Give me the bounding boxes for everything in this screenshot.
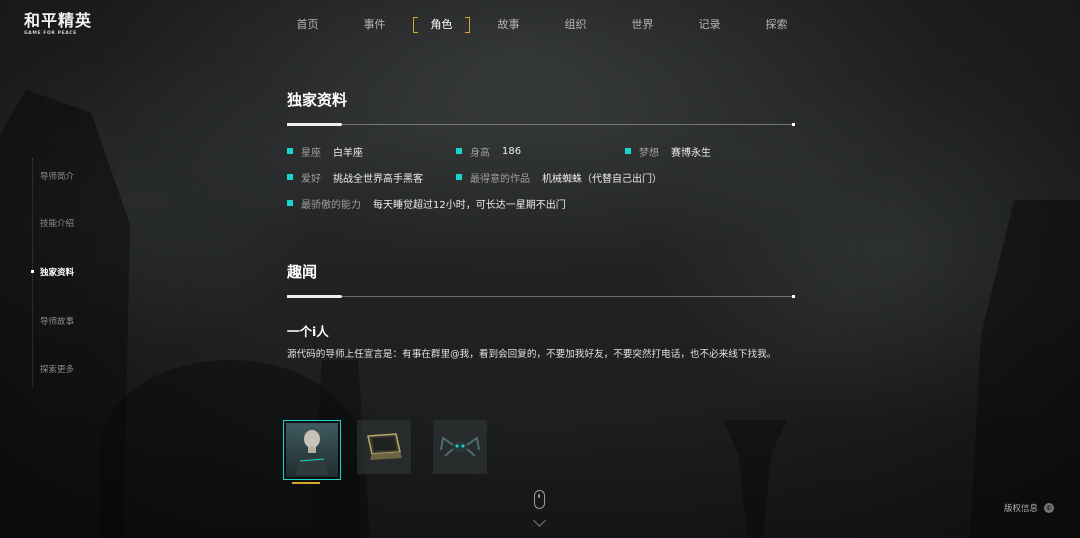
story-title: 一个i人 [287, 324, 329, 339]
copyright-label: 版权信息 [1003, 504, 1038, 514]
bullet-square-icon [287, 174, 293, 180]
attr-zodiac: 星座 白羊座 [287, 144, 456, 159]
attr-hobby: 爱好 挑战全世界高手黑客 [287, 170, 456, 185]
character-portrait-icon [296, 430, 328, 475]
main-content: 独家资料 星座 白羊座 身高 186 梦想 赛博永生 爱好 挑战全世界高手黑客 … [287, 88, 795, 364]
profile-attributes: 星座 白羊座 身高 186 梦想 赛博永生 爱好 挑战全世界高手黑客 最得意的作… [287, 138, 795, 216]
laptop-icon [367, 433, 402, 460]
attr-proudest-work: 最得意的作品 机械蜘蛛（代替自己出门） [456, 170, 662, 185]
thumbnail-character[interactable] [283, 420, 341, 484]
bullet-square-icon [456, 148, 462, 154]
attr-row: 星座 白羊座 身高 186 梦想 赛博永生 [287, 138, 795, 164]
nav-item-organizations[interactable]: 组织 [542, 14, 609, 36]
mechanical-spider-icon [440, 436, 480, 457]
side-item-explore-more[interactable]: 探索更多 [40, 363, 74, 375]
side-item-skills[interactable]: 技能介绍 [40, 217, 74, 229]
side-item-exclusive-profile[interactable]: 独家资料 [30, 266, 74, 278]
game-logo[interactable]: 和平精英 GAME FOR PEACE [24, 11, 94, 37]
nav-item-events[interactable]: 事件 [341, 14, 408, 36]
copyright-link[interactable]: 版权信息 © [1004, 502, 1054, 514]
trivia-section-title: 趣闻 [287, 263, 318, 281]
side-nav: 导师简介 技能介绍 独家资料 导师故事 探索更多 [30, 158, 122, 388]
nav-item-explore[interactable]: 探索 [743, 14, 810, 36]
nav-item-characters[interactable]: 角色 [408, 14, 475, 36]
side-item-mentor-story[interactable]: 导师故事 [40, 315, 74, 327]
nav-item-stories[interactable]: 故事 [475, 14, 542, 36]
bullet-square-icon [287, 200, 293, 206]
attr-row: 最骄傲的能力 每天睡觉超过12小时，可长达一星期不出门 [287, 190, 795, 216]
side-item-mentor-intro[interactable]: 导师简介 [40, 170, 74, 182]
attr-height: 身高 186 [456, 144, 625, 159]
profile-section-title: 独家资料 [287, 91, 348, 109]
attr-proudest-ability: 最骄傲的能力 每天睡觉超过12小时，可长达一星期不出门 [287, 196, 566, 211]
logo-subtitle: GAME FOR PEACE [24, 31, 77, 36]
nav-item-home[interactable]: 首页 [274, 14, 341, 36]
section-divider [287, 119, 795, 129]
nav-item-world[interactable]: 世界 [609, 14, 676, 36]
bullet-square-icon [456, 174, 462, 180]
copyright-icon: © [1044, 503, 1054, 513]
bullet-square-icon [625, 148, 631, 154]
bullet-square-icon [287, 148, 293, 154]
attr-dream: 梦想 赛博永生 [625, 144, 711, 159]
thumbnail-spider[interactable] [433, 420, 487, 474]
story-text: 源代码的导师上任宣言是：有事在群里@我，看到会回复的，不要加我好友，不要突然打电… [287, 349, 777, 360]
thumbnail-list [283, 420, 509, 484]
scroll-mouse-icon [534, 490, 545, 509]
attr-row: 爱好 挑战全世界高手黑客 最得意的作品 机械蜘蛛（代替自己出门） [287, 164, 795, 190]
header: 和平精英 GAME FOR PEACE 首页 事件 角色 故事 组织 世界 记录… [0, 0, 1080, 52]
section-divider [287, 291, 795, 301]
thumbnail-laptop[interactable] [357, 420, 411, 474]
logo-text: 和平精英 [24, 11, 93, 30]
nav-item-records[interactable]: 记录 [676, 14, 743, 36]
main-nav: 首页 事件 角色 故事 组织 世界 记录 探索 [274, 14, 810, 36]
